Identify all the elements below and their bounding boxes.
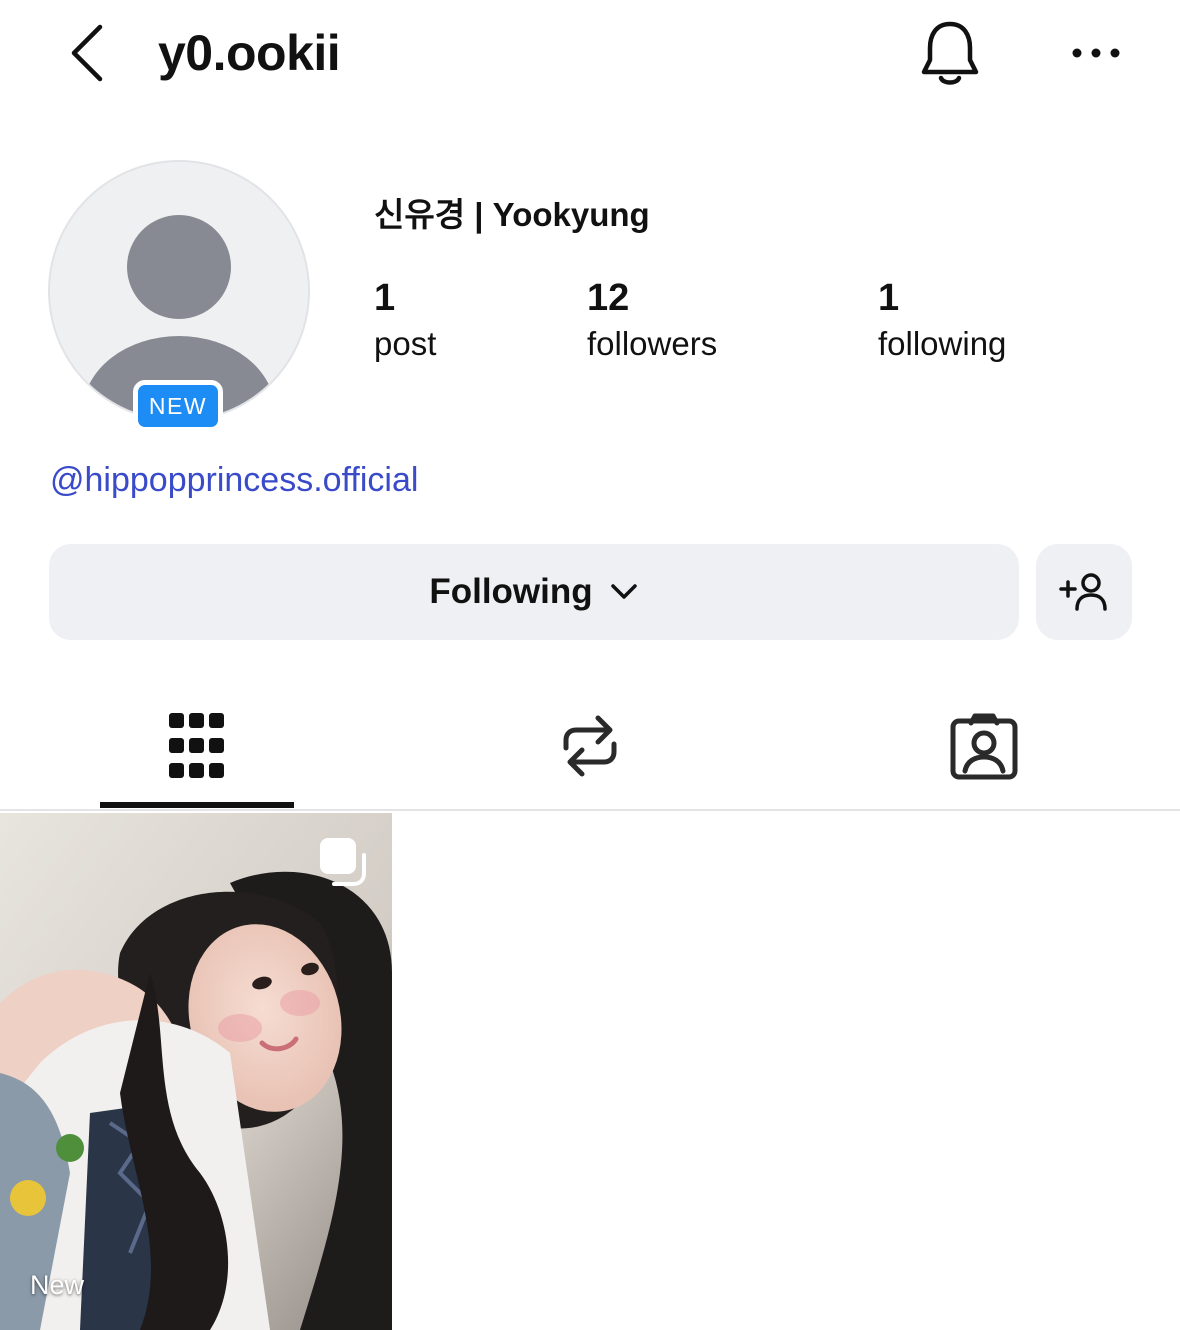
divider (0, 809, 1180, 811)
followers-label: followers (587, 325, 718, 362)
more-horizontal-icon (1072, 48, 1120, 58)
top-bar: y0.ookii (0, 0, 1180, 110)
followers-stat[interactable]: 12 followers (587, 276, 717, 368)
new-badge: NEW (133, 380, 223, 432)
chevron-down-icon (609, 582, 639, 602)
bell-icon (921, 21, 979, 85)
followers-count: 12 (587, 277, 630, 319)
post-caption: New (30, 1270, 85, 1300)
posts-stat[interactable]: 1 post (374, 276, 436, 368)
post-photo (0, 813, 392, 1330)
notifications-button[interactable] (914, 16, 986, 92)
tagged-icon (950, 713, 1018, 780)
add-user-icon (1059, 573, 1107, 611)
avatar-head (127, 215, 231, 319)
following-button[interactable]: Following (49, 544, 1019, 640)
post-thumbnail[interactable] (0, 813, 392, 1330)
add-user-button[interactable] (1036, 544, 1132, 640)
tab-posts-grid[interactable] (100, 690, 294, 802)
posts-count: 1 (374, 277, 396, 319)
grid-icon (169, 713, 224, 778)
active-tab-indicator (100, 802, 294, 808)
chevron-left-icon (71, 24, 103, 82)
tab-tagged[interactable] (887, 690, 1081, 802)
profile-link[interactable]: @hippopprincess.official (50, 456, 418, 504)
following-label: following (878, 325, 1007, 362)
following-button-label: Following (429, 572, 593, 611)
page-title: y0.ookii (158, 25, 341, 81)
back-button[interactable] (58, 20, 114, 86)
carousel-icon (320, 838, 366, 886)
following-stat[interactable]: 1 following (878, 276, 1006, 368)
following-count: 1 (878, 277, 900, 319)
more-options-button[interactable] (1066, 30, 1126, 76)
tab-reposts[interactable] (493, 690, 687, 802)
repost-icon (563, 715, 617, 777)
display-name: 신유경 | Yookyung (374, 196, 650, 233)
avatar[interactable]: NEW (48, 160, 310, 432)
posts-label: post (374, 325, 437, 362)
